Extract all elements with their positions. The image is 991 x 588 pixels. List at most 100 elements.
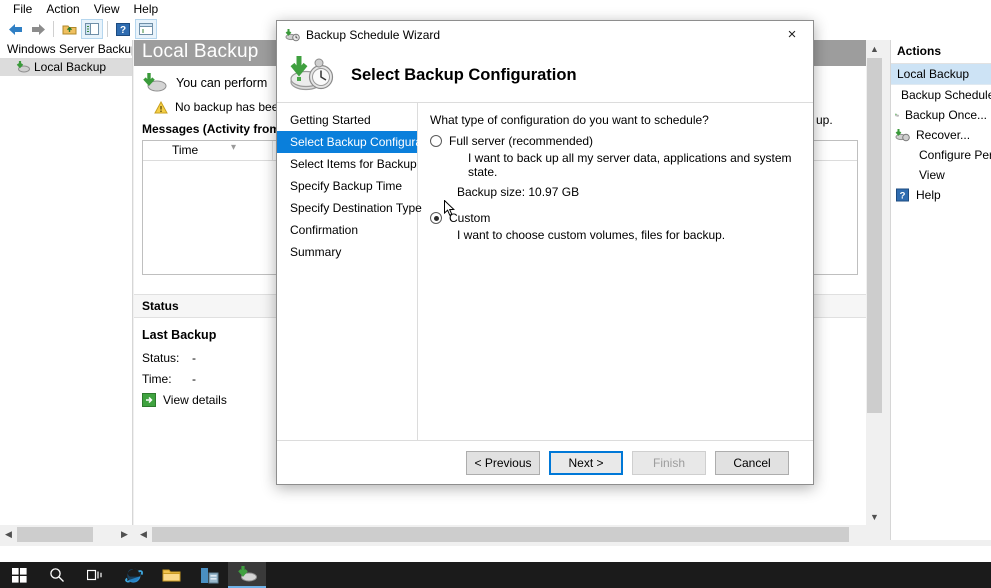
tree-item-windows-server-backup[interactable]: Windows Server Backup (l: [0, 40, 132, 58]
center-horizontal-scrollbar[interactable]: ◀: [135, 526, 866, 543]
dialog-header: Select Backup Configuration: [277, 48, 813, 103]
radio-custom-label: Custom: [449, 211, 490, 225]
local-backup-icon: [16, 60, 30, 74]
actions-header: Actions: [891, 40, 991, 64]
scroll-left-arrow-icon[interactable]: ◀: [135, 526, 152, 543]
column-header-time[interactable]: Time ▾: [143, 141, 273, 160]
backup-icon: [142, 72, 168, 94]
time-label: Time:: [142, 372, 192, 386]
arrow-right-icon: [142, 393, 156, 407]
show-tree-icon[interactable]: [81, 19, 103, 39]
action-help[interactable]: ? Help: [891, 185, 991, 205]
scrollbar-thumb[interactable]: [867, 58, 882, 413]
custom-description: I want to choose custom volumes, files f…: [430, 228, 813, 242]
windows-logo-icon: [12, 568, 27, 583]
internet-explorer-button[interactable]: [114, 562, 152, 588]
finish-button: Finish: [632, 451, 706, 475]
task-view-button[interactable]: [76, 562, 114, 588]
search-button[interactable]: [38, 562, 76, 588]
configuration-question: What type of configuration do you want t…: [430, 113, 813, 127]
sort-indicator-icon: ▾: [231, 142, 236, 153]
dialog-body: Getting Started Select Backup Configurat…: [277, 103, 813, 440]
scroll-down-arrow-icon[interactable]: ▼: [866, 508, 883, 525]
scroll-left-arrow-icon[interactable]: ◀: [0, 526, 17, 543]
action-configure-performance[interactable]: Configure Perform: [891, 145, 991, 165]
taskbar: [0, 562, 991, 588]
scrollbar-track[interactable]: [152, 526, 866, 543]
dialog-footer: < Previous Next > Finish Cancel: [277, 440, 813, 484]
radio-custom[interactable]: Custom: [430, 211, 813, 225]
scrollbar-thumb[interactable]: [152, 527, 849, 542]
radio-custom-indicator[interactable]: [430, 212, 442, 224]
actions-subheader: Local Backup: [891, 64, 991, 85]
action-backup-once[interactable]: Backup Once...: [891, 105, 991, 125]
server-manager-button[interactable]: [190, 562, 228, 588]
scroll-right-arrow-icon[interactable]: ▶: [116, 526, 133, 543]
full-server-backup-size: Backup size: 10.97 GB: [430, 185, 813, 199]
action-label: Backup Schedule.: [901, 88, 991, 102]
wizard-step-specify-destination-type[interactable]: Specify Destination Type: [277, 197, 417, 219]
status-label: Status:: [142, 351, 192, 365]
file-explorer-button[interactable]: [152, 562, 190, 588]
forward-arrow-icon[interactable]: [27, 19, 49, 39]
menu-file[interactable]: File: [6, 1, 39, 17]
windows-server-backup-button[interactable]: [228, 562, 266, 588]
action-label: Configure Perform: [919, 148, 991, 162]
cancel-button[interactable]: Cancel: [715, 451, 789, 475]
dialog-title-bar[interactable]: Backup Schedule Wizard ×: [277, 21, 813, 48]
full-server-description: I want to back up all my server data, ap…: [430, 151, 813, 179]
wizard-step-select-items-for-backup[interactable]: Select Items for Backup: [277, 153, 417, 175]
action-backup-schedule[interactable]: Backup Schedule.: [891, 85, 991, 105]
dialog-main-content: What type of configuration do you want t…: [418, 103, 813, 440]
wizard-step-select-backup-configuration[interactable]: Select Backup Configurat...: [277, 131, 417, 153]
backup-schedule-wizard-dialog: Backup Schedule Wizard × Select Backup C…: [276, 20, 814, 485]
tree-item-label: Windows Server Backup (l: [7, 42, 133, 56]
backup-icon: [237, 565, 258, 583]
taskbar-strip: [0, 546, 991, 562]
action-view[interactable]: View: [891, 165, 991, 185]
back-arrow-icon[interactable]: [4, 19, 26, 39]
scroll-up-arrow-icon[interactable]: ▲: [866, 40, 883, 57]
action-label: Recover...: [916, 128, 970, 142]
menu-view[interactable]: View: [87, 1, 127, 17]
close-icon[interactable]: ×: [771, 21, 813, 48]
server-manager-icon: [200, 567, 219, 584]
tree-item-label: Local Backup: [34, 60, 106, 74]
scrollbar-track[interactable]: [17, 526, 116, 543]
wizard-step-specify-backup-time[interactable]: Specify Backup Time: [277, 175, 417, 197]
tree-horizontal-scrollbar[interactable]: ◀ ▶: [0, 526, 133, 543]
time-value: -: [192, 372, 232, 386]
backup-once-icon: [895, 108, 899, 122]
wizard-step-summary[interactable]: Summary: [277, 241, 417, 263]
menu-help[interactable]: Help: [127, 1, 166, 17]
action-label: Help: [916, 188, 941, 202]
radio-full-server-label: Full server (recommended): [449, 134, 593, 148]
desktop: File Action View Help ?: [0, 0, 991, 588]
next-button[interactable]: Next >: [549, 451, 623, 475]
properties-icon[interactable]: [135, 19, 157, 39]
action-recover[interactable]: Recover...: [891, 125, 991, 145]
view-details-label: View details: [163, 393, 227, 407]
help-icon: ?: [895, 188, 910, 202]
wizard-step-confirmation[interactable]: Confirmation: [277, 219, 417, 241]
up-folder-icon[interactable]: [58, 19, 80, 39]
radio-full-server[interactable]: Full server (recommended): [430, 134, 813, 148]
menu-bar: File Action View Help: [0, 0, 991, 18]
menu-action[interactable]: Action: [39, 1, 86, 17]
center-vertical-scrollbar[interactable]: ▲ ▼: [866, 40, 883, 525]
help-icon[interactable]: ?: [112, 19, 134, 39]
status-value: -: [192, 351, 232, 365]
tree-item-local-backup[interactable]: Local Backup: [0, 58, 132, 76]
scrollbar-thumb[interactable]: [17, 527, 93, 542]
search-icon: [49, 567, 65, 583]
previous-button[interactable]: < Previous: [466, 451, 540, 475]
action-label: View: [919, 168, 945, 182]
warning-text-tail: up.: [814, 112, 835, 128]
toolbar-separator: [53, 21, 54, 37]
intro-text: You can perform: [176, 76, 267, 90]
internet-explorer-icon: [124, 566, 143, 585]
wizard-step-getting-started[interactable]: Getting Started: [277, 109, 417, 131]
wizard-steps-nav: Getting Started Select Backup Configurat…: [277, 103, 418, 440]
start-button[interactable]: [0, 562, 38, 588]
radio-full-server-indicator[interactable]: [430, 135, 442, 147]
